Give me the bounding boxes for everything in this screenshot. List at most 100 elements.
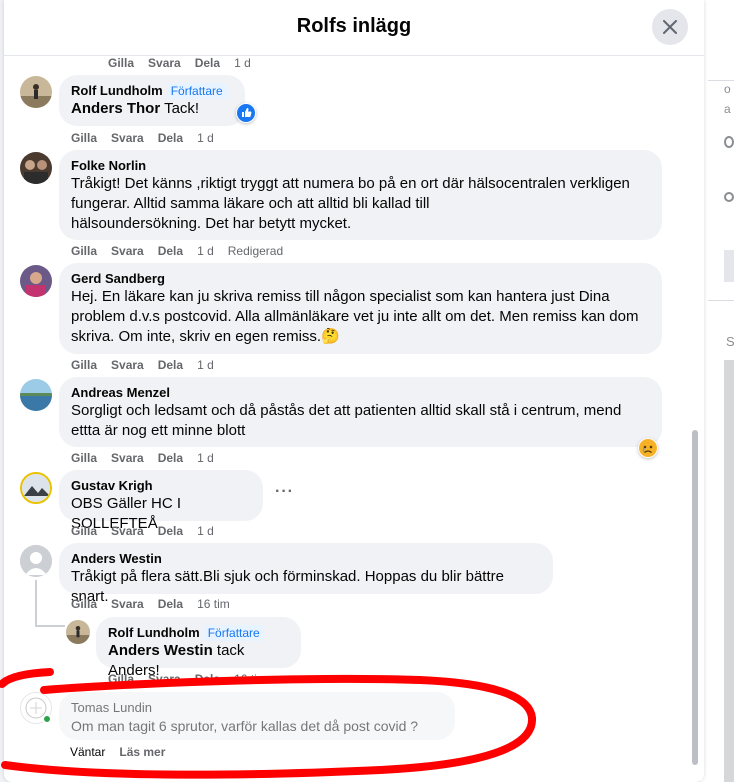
- share-button[interactable]: Dela: [158, 358, 183, 372]
- author-badge: Författare: [203, 625, 264, 641]
- avatar[interactable]: [20, 265, 52, 297]
- pending-comment-bubble: Tomas Lundin Om man tagit 6 sprutor, var…: [59, 692, 455, 740]
- comment-author[interactable]: Andreas Menzel: [71, 385, 650, 401]
- share-button[interactable]: Dela: [158, 597, 183, 611]
- comment-author[interactable]: Gustav Krigh: [71, 478, 251, 494]
- modal-title: Rolfs inlägg: [296, 15, 412, 37]
- share-button[interactable]: Dela: [195, 672, 220, 686]
- share-button[interactable]: Dela: [158, 244, 183, 258]
- comment-actions: Gilla Svara Dela 1 d: [71, 451, 228, 465]
- comment-bubble: Gerd Sandberg Hej. En läkare kan ju skri…: [59, 263, 662, 354]
- comment-author[interactable]: Folke Norlin: [71, 158, 650, 174]
- comment-bubble: Gustav Krigh OBS Gäller HC I SOLLEFTEÅ: [59, 470, 263, 532]
- avatar[interactable]: [20, 76, 52, 108]
- like-button[interactable]: Gilla: [71, 358, 97, 372]
- like-button[interactable]: Gilla: [108, 56, 134, 70]
- comment-text-line: hälsoundersökning. Det har betytt mycket…: [71, 215, 352, 232]
- like-button[interactable]: Gilla: [108, 672, 134, 686]
- comment-time[interactable]: 1 d: [197, 131, 214, 145]
- comment-actions: Gilla Svara Dela 1 d: [71, 358, 228, 372]
- avatar[interactable]: [20, 379, 52, 411]
- reply-button[interactable]: Svara: [111, 131, 144, 145]
- sad-reaction[interactable]: [638, 438, 658, 458]
- pending-status: Väntar: [70, 745, 106, 759]
- like-reaction[interactable]: [236, 103, 256, 123]
- comment-time[interactable]: 1 d: [197, 244, 214, 258]
- comment-actions: Väntar Läs mer: [70, 745, 179, 759]
- read-more-link[interactable]: Läs mer: [119, 745, 165, 759]
- comment-time[interactable]: 1 d: [197, 524, 214, 538]
- like-button[interactable]: Gilla: [71, 451, 97, 465]
- comment-text-line: problem d.v.s postcovid. Alla allmänläka…: [71, 308, 639, 325]
- avatar[interactable]: [20, 472, 52, 504]
- comment-actions: Gilla Svara Dela 1 d Redigerad: [71, 244, 297, 258]
- comment-author[interactable]: Anders Westin: [71, 551, 541, 567]
- online-status-dot: [42, 714, 52, 724]
- reply-button[interactable]: Svara: [148, 672, 181, 686]
- like-button[interactable]: Gilla: [71, 524, 97, 538]
- comment-bubble: Folke Norlin Tråkigt! Det känns ,riktigt…: [59, 150, 662, 240]
- avatar[interactable]: [20, 545, 52, 577]
- thread-line: [35, 580, 37, 626]
- like-button[interactable]: Gilla: [71, 244, 97, 258]
- close-button[interactable]: [652, 9, 688, 45]
- mention-link[interactable]: Anders Westin: [108, 642, 213, 659]
- comment-bubble: Rolf Lundholm Författare Anders Westin ta…: [96, 617, 301, 679]
- comment-time[interactable]: 1 d: [197, 451, 214, 465]
- reply-button[interactable]: Svara: [111, 524, 144, 538]
- comment-time[interactable]: 16 tim: [234, 672, 267, 686]
- comment-time[interactable]: 1 d: [234, 56, 251, 70]
- comment-text-line: Sorgligt och ledsamt och då påstås det a…: [71, 402, 622, 419]
- comment-author[interactable]: Rolf Lundholm: [108, 625, 200, 640]
- comment-actions: Gilla Svara Dela 1 d: [71, 524, 228, 538]
- share-button[interactable]: Dela: [158, 131, 183, 145]
- comment-actions: Gilla Svara Dela 1 d: [71, 131, 228, 145]
- close-icon: [663, 20, 677, 34]
- more-options-icon[interactable]: ···: [275, 483, 294, 501]
- background-block: [724, 250, 734, 282]
- comment-actions: Gilla Svara Dela 16 tim: [108, 672, 281, 686]
- edited-label: Redigerad: [227, 244, 284, 258]
- comment-text-line: skriva. Om inte, skriv en egen remiss.🤔: [71, 328, 340, 345]
- background-image: [724, 360, 734, 782]
- comment-author[interactable]: Rolf Lundholm: [71, 83, 163, 98]
- thread-line: [35, 625, 65, 627]
- like-button[interactable]: Gilla: [71, 131, 97, 145]
- comment-text-line: Tråkigt! Det känns ,riktigt tryggt att n…: [71, 175, 630, 192]
- comment-actions: Gilla Svara Dela 1 d: [108, 56, 265, 70]
- comment-text-line: Hej. En läkare kan ju skriva remiss till…: [71, 288, 610, 305]
- mention-link[interactable]: Anders Thor: [71, 100, 160, 117]
- comment-bubble: Rolf Lundholm Författare Anders Thor Tack…: [59, 75, 245, 126]
- comment-text: Tack!: [160, 100, 200, 117]
- reply-button[interactable]: Svara: [111, 597, 144, 611]
- background-icon: a: [724, 102, 731, 116]
- comment-author[interactable]: Tomas Lundin: [71, 700, 443, 716]
- background-icon: S: [726, 334, 734, 349]
- comment-time[interactable]: 1 d: [197, 358, 214, 372]
- comment-author[interactable]: Gerd Sandberg: [71, 271, 650, 287]
- share-button[interactable]: Dela: [158, 524, 183, 538]
- comment-actions: Gilla Svara Dela 16 tim: [71, 597, 244, 611]
- avatar[interactable]: [66, 620, 90, 644]
- share-button[interactable]: Dela: [158, 451, 183, 465]
- globe-icon: [724, 136, 734, 148]
- modal-header: Rolfs inlägg: [4, 0, 704, 56]
- comment-bubble: Anders Westin Tråkigt på flera sätt.Bli …: [59, 543, 553, 605]
- eye-icon: [724, 192, 734, 202]
- background-icon: o: [724, 82, 731, 96]
- like-button[interactable]: Gilla: [71, 597, 97, 611]
- comment-text-line: fungerar. Alltid samma läkare och att al…: [71, 195, 430, 212]
- comment-text-line: ettta är nog ett minne blott: [71, 422, 246, 439]
- scrollbar[interactable]: [692, 430, 698, 765]
- comment-time[interactable]: 16 tim: [197, 597, 230, 611]
- share-button[interactable]: Dela: [195, 56, 220, 70]
- reply-button[interactable]: Svara: [111, 451, 144, 465]
- author-badge: Författare: [166, 83, 227, 99]
- comment-bubble: Andreas Menzel Sorgligt och ledsamt och …: [59, 377, 662, 447]
- reply-button[interactable]: Svara: [111, 358, 144, 372]
- reply-button[interactable]: Svara: [148, 56, 181, 70]
- avatar[interactable]: [20, 152, 52, 184]
- comment-text: Om man tagit 6 sprutor, varför kallas de…: [71, 718, 419, 734]
- post-modal: Rolfs inlägg Gilla Svara Dela 1 d Rolf Lund…: [4, 0, 704, 782]
- reply-button[interactable]: Svara: [111, 244, 144, 258]
